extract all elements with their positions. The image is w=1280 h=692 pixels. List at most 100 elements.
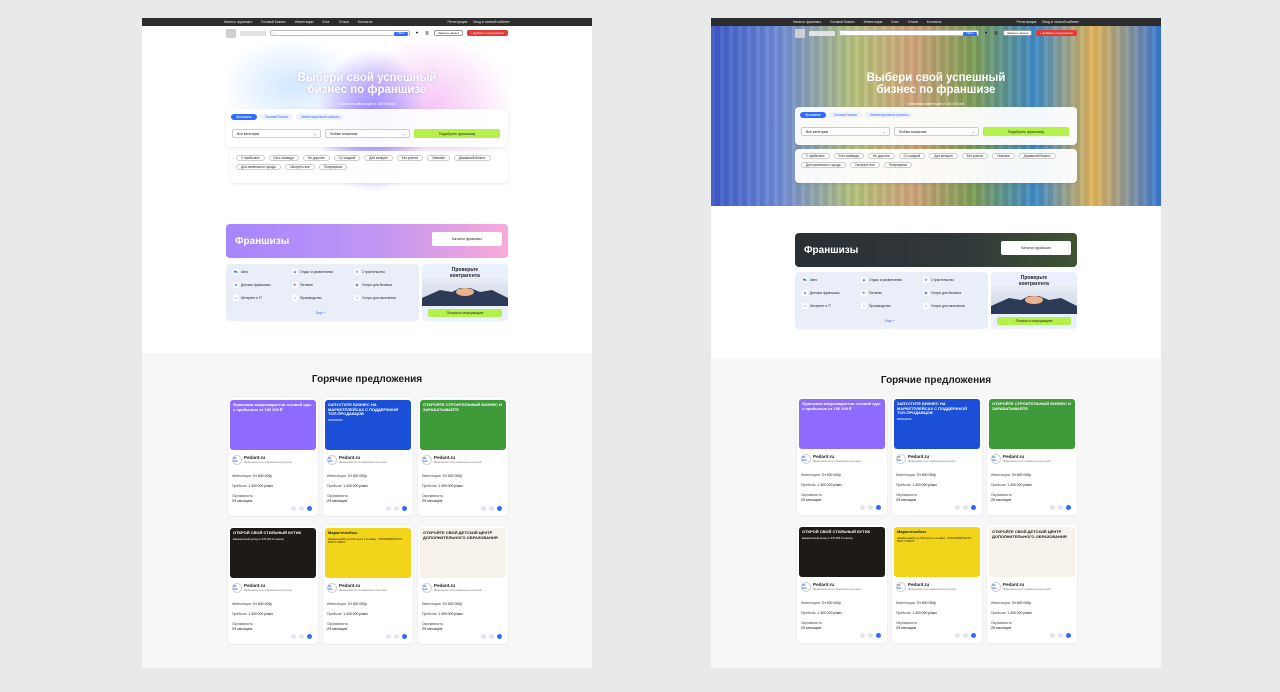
compare-icon[interactable] [1050, 633, 1055, 638]
category-select[interactable]: Все категории ⌄ [801, 127, 890, 136]
search-input[interactable]: ⌕ Найти [839, 30, 979, 36]
register-link[interactable]: Регистрация [1017, 20, 1037, 24]
message-icon[interactable] [497, 634, 502, 639]
compare-icon[interactable] [386, 506, 391, 511]
get-info-button[interactable]: Получить информацию [997, 317, 1071, 325]
chip-team[interactable]: Есть команда [833, 153, 864, 159]
callback-button[interactable]: Заказать звонок [434, 30, 463, 36]
offer-card[interactable]: ОТКРОЙТЕ СВОЙ ДЕТСКИЙ ЦЕНТР ДОПОЛНИТЕЛЬН… [418, 526, 508, 644]
chip-women[interactable]: Для женщин [929, 153, 958, 159]
heart-icon[interactable]: ♥ [983, 30, 989, 36]
favorite-icon[interactable] [299, 634, 304, 639]
chip-home[interactable]: Домашний бизнес [1018, 153, 1056, 159]
logo[interactable] [226, 28, 236, 38]
chip-profit[interactable]: С прибылью [801, 153, 830, 159]
nav-investments[interactable]: Инвестиции [295, 20, 314, 24]
chip-popular[interactable]: Популярные [318, 164, 348, 170]
investment-select[interactable]: Любые вложения ⌄ [325, 129, 410, 138]
pick-franchise-button[interactable]: Подобрать франшизу [983, 127, 1069, 136]
nav-contacts[interactable]: Контакты [927, 20, 942, 24]
category-construction[interactable]: ⚒ Строительство [354, 269, 385, 275]
chip-team[interactable]: Есть команда [268, 155, 299, 161]
category-select[interactable]: Все категории ⌄ [232, 129, 321, 138]
nav-blog[interactable]: Блог [891, 20, 898, 24]
chip-discount[interactable]: Со скидкой [333, 155, 361, 161]
message-icon[interactable] [876, 505, 881, 510]
nav-catalog[interactable]: Каталог франшиз [224, 20, 252, 24]
chip-profit[interactable]: С прибылью [236, 155, 265, 161]
compare-icon[interactable] [860, 633, 865, 638]
chip-small-city[interactable]: Для маленького города [801, 162, 846, 168]
message-icon[interactable] [971, 633, 976, 638]
favorite-icon[interactable] [868, 505, 873, 510]
category-kids[interactable]: ✿ Детские франшизы [802, 290, 840, 296]
favorite-icon[interactable] [1058, 505, 1063, 510]
compare-icon[interactable] [291, 506, 296, 511]
category-services[interactable]: ☺ Услуги для населения [354, 295, 396, 301]
chip-no-royalty[interactable]: Без роялти [396, 155, 424, 161]
favorite-icon[interactable] [1058, 633, 1063, 638]
get-info-button[interactable]: Получить информацию [428, 309, 502, 317]
message-icon[interactable] [497, 506, 502, 511]
compare-icon[interactable] [386, 634, 391, 639]
nav-blog[interactable]: Блог [322, 20, 329, 24]
category-b2b[interactable]: ▣ Услуги для бизнеса [923, 290, 961, 296]
nav-investments[interactable]: Инвестиции [864, 20, 883, 24]
offer-card[interactable]: ОТКРОЙТЕ СВОЙ ДЕТСКИЙ ЦЕНТР ДОПОЛНИТЕЛЬН… [987, 525, 1077, 643]
investment-select[interactable]: Любые вложения ⌄ [894, 127, 979, 136]
tab-invest-projects[interactable]: Инвестиционные проекты [865, 112, 914, 118]
offer-card[interactable]: ЗАПУСТИТЕ БИЗНЕС НА МАРКЕТПЛЕЙСАХ С ПОДД… [892, 397, 982, 515]
more-link[interactable]: Еще + [885, 319, 895, 323]
favorite-icon[interactable] [489, 634, 494, 639]
chip-new[interactable]: Новинки [992, 153, 1015, 159]
category-construction[interactable]: ⚒ Строительство [923, 277, 954, 283]
offer-card[interactable]: Маркетплейсы Зарабатывайте до 150 тысяч … [892, 525, 982, 643]
category-food[interactable]: ☕ Питание [292, 282, 313, 288]
tab-invest-projects[interactable]: Инвестиционные проекты [296, 114, 345, 120]
chip-no-royalty[interactable]: Без роялти [961, 153, 989, 159]
favorite-icon[interactable] [963, 633, 968, 638]
register-link[interactable]: Регистрация [448, 20, 468, 24]
search-input[interactable]: ⌕ Найти [270, 30, 410, 36]
category-b2b[interactable]: ▣ Услуги для бизнеса [354, 282, 392, 288]
tab-franchises[interactable]: Франшизы [231, 114, 257, 120]
compare-icon[interactable] [1050, 505, 1055, 510]
chip-discount[interactable]: Со скидкой [898, 153, 926, 159]
message-icon[interactable] [402, 506, 407, 511]
message-icon[interactable] [1066, 633, 1071, 638]
category-leisure[interactable]: ◉ Отдых и развлечения [861, 277, 902, 283]
more-link[interactable]: Еще + [316, 311, 326, 315]
message-icon[interactable] [1066, 505, 1071, 510]
category-production[interactable]: ⌂ Производство [861, 303, 891, 309]
add-offer-button[interactable]: + Добавить предложение [1035, 30, 1077, 36]
compare-icon[interactable] [955, 505, 960, 510]
nav-catalog[interactable]: Каталог франшиз [793, 20, 821, 24]
offer-card[interactable]: ОТКРОЙ СВОЙ СТИЛЬНЫЙ БУТИК Ежемесячный д… [228, 526, 318, 644]
nav-ready-business[interactable]: Готовый бизнес [830, 20, 855, 24]
offer-card[interactable]: Маркетплейсы Зарабатывайте до 150 тысяч … [323, 526, 413, 644]
favorite-icon[interactable] [394, 634, 399, 639]
chip-home[interactable]: Домашний бизнес [453, 155, 491, 161]
catalog-button[interactable]: Каталог франшиз [1001, 241, 1071, 255]
category-it[interactable]: ▭ Интернет и IT [233, 295, 262, 301]
chip-small-city[interactable]: Для маленького города [236, 164, 281, 170]
tab-ready-business[interactable]: Готовый бизнес [828, 112, 863, 118]
nav-review[interactable]: Отзыв [908, 20, 918, 24]
category-food[interactable]: ☕ Питание [861, 290, 882, 296]
favorite-icon[interactable] [394, 506, 399, 511]
offer-card[interactable]: Франшиза микромаркетов готовой еды с при… [228, 398, 318, 516]
category-services[interactable]: ☺ Услуги для населения [923, 303, 965, 309]
callback-button[interactable]: Заказать звонок [1003, 30, 1032, 36]
search-button[interactable]: Найти [394, 31, 408, 36]
chip-women[interactable]: Для женщин [364, 155, 393, 161]
nav-review[interactable]: Отзыв [339, 20, 349, 24]
message-icon[interactable] [307, 634, 312, 639]
offer-card[interactable]: ЗАПУСТИТЕ БИЗНЕС НА МАРКЕТПЛЕЙСАХ С ПОДД… [323, 398, 413, 516]
logo[interactable] [795, 28, 805, 38]
offer-card[interactable]: ОТКРОЙТЕ СТРОИТЕЛЬНЫЙ БИЗНЕС И ЗАРАБАТЫВ… [418, 398, 508, 516]
nav-contacts[interactable]: Контакты [358, 20, 373, 24]
search-button[interactable]: Найти [963, 31, 977, 36]
compare-icon[interactable] [955, 633, 960, 638]
category-leisure[interactable]: ◉ Отдых и развлечения [292, 269, 333, 275]
category-auto[interactable]: ⛟ Авто [802, 277, 817, 283]
